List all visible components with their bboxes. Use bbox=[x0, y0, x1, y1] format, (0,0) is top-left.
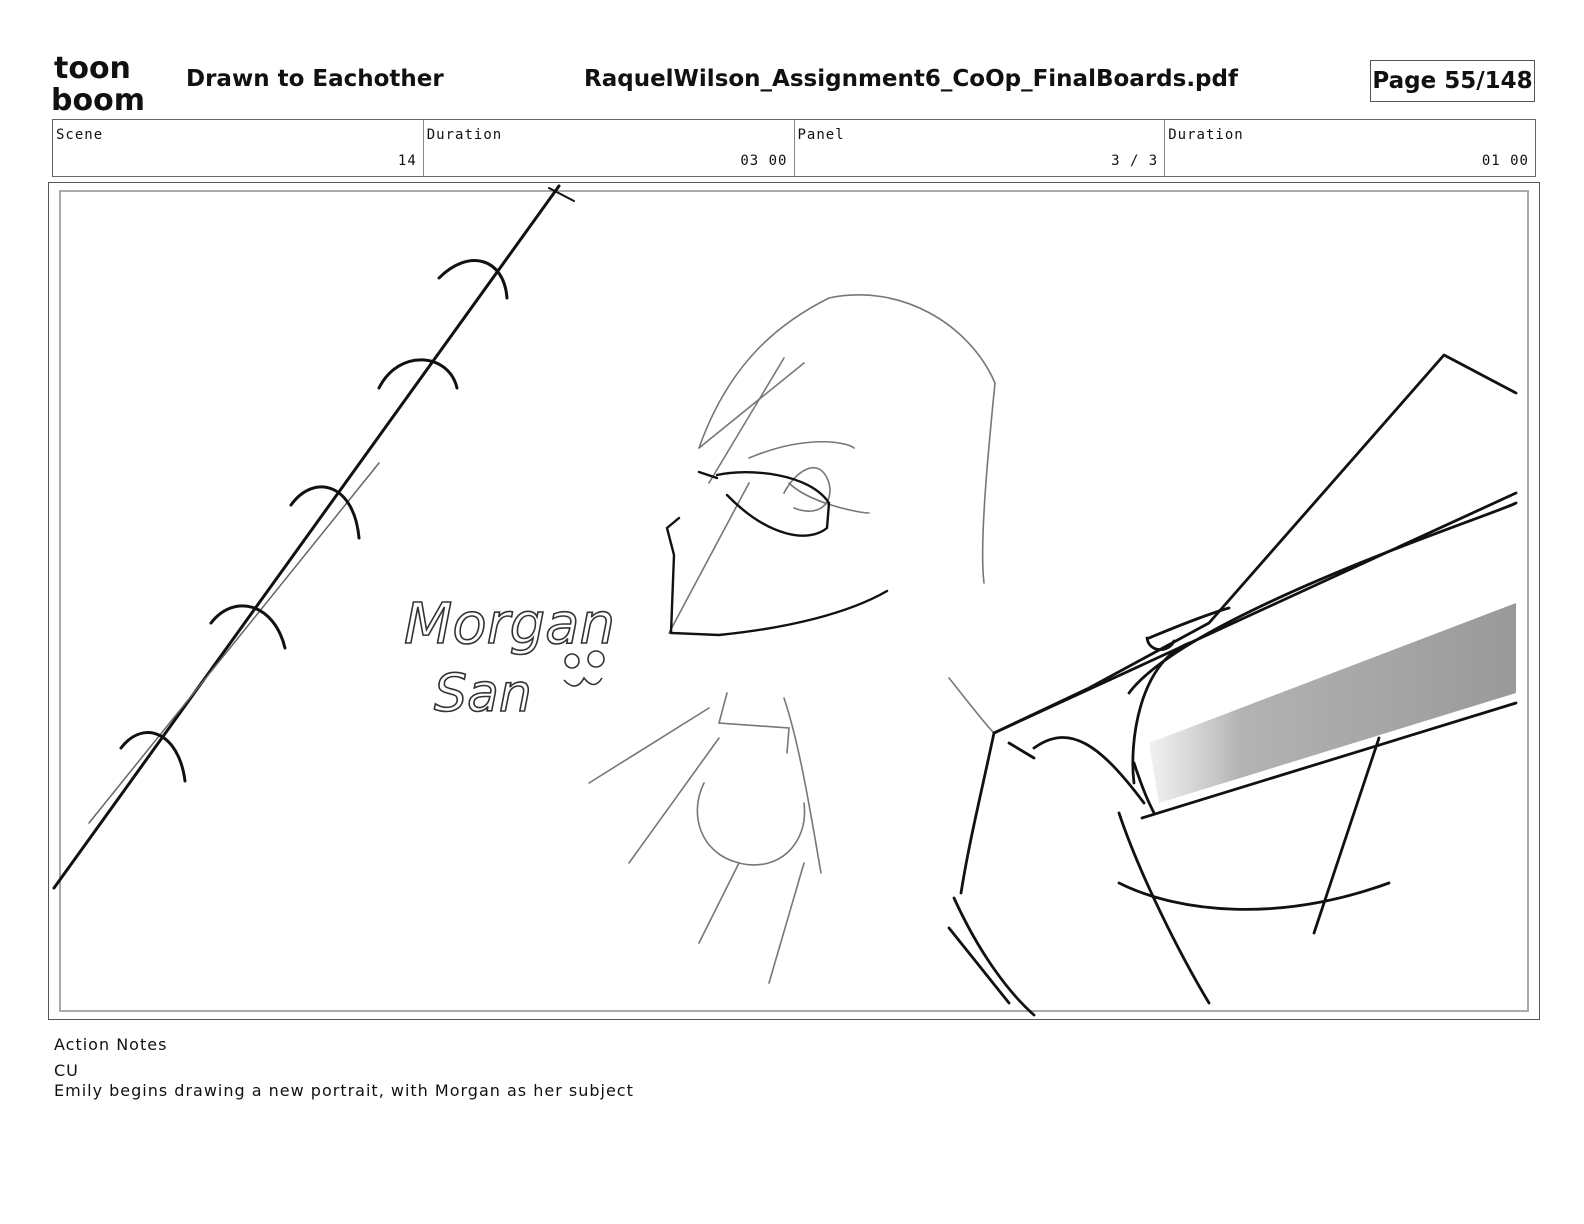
page-number: 55/148 bbox=[1444, 68, 1533, 94]
character-sketch bbox=[588, 294, 996, 984]
toon-boom-logo: toon boom bbox=[51, 51, 145, 114]
action-notes-label: Action Notes bbox=[54, 1035, 168, 1054]
panel-duration-cell: Duration 01 00 bbox=[1165, 120, 1535, 176]
panel-value: 3 / 3 bbox=[1111, 153, 1159, 169]
logo-text-top: toon bbox=[54, 51, 131, 86]
character-face-lines bbox=[665, 470, 889, 637]
project-title: Drawn to Eachother bbox=[186, 66, 444, 92]
action-notes-shot: CU bbox=[54, 1061, 79, 1080]
logo-text-bottom: boom bbox=[51, 83, 145, 114]
scene-label: Scene bbox=[56, 127, 104, 143]
panel-label: Panel bbox=[797, 127, 845, 143]
panel-duration-label: Duration bbox=[1168, 127, 1244, 143]
panel-duration-value: 01 00 bbox=[1481, 153, 1529, 169]
panel-cell: Panel 3 / 3 bbox=[795, 120, 1166, 176]
scene-value: 14 bbox=[397, 153, 417, 169]
scene-cell: Scene 14 bbox=[53, 120, 424, 176]
file-name: RaquelWilson_Assignment6_CoOp_FinalBoard… bbox=[584, 66, 1238, 92]
page-indicator: Page 55/148 bbox=[1370, 60, 1535, 102]
sketchbook-spine bbox=[52, 184, 575, 890]
scene-duration-label: Duration bbox=[426, 127, 503, 143]
action-notes-description: Emily begins drawing a new portrait, wit… bbox=[54, 1081, 634, 1100]
page-label: Page bbox=[1372, 68, 1437, 94]
sketch-text-san: San bbox=[434, 664, 532, 724]
pen-shading bbox=[1149, 603, 1516, 803]
storyboard-sketch: Morgan San bbox=[52, 184, 1518, 1017]
scene-duration-value: 03 00 bbox=[740, 153, 788, 169]
sketch-text-morgan: Morgan bbox=[404, 592, 615, 657]
scene-info-table: Scene 14 Duration 03 00 Panel 3 / 3 Dura… bbox=[52, 119, 1536, 177]
scene-duration-cell: Duration 03 00 bbox=[424, 120, 795, 176]
